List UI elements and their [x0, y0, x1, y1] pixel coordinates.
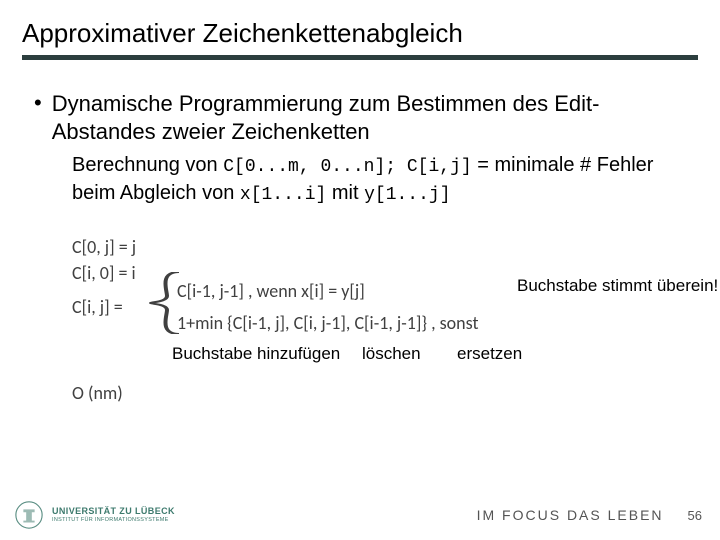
- logo-text: UNIVERSITÄT ZU LÜBECK INSTITUT FÜR INFOR…: [52, 507, 175, 524]
- bullet-text: Dynamische Programmierung zum Bestimmen …: [52, 90, 688, 146]
- seal-icon: [14, 500, 44, 530]
- formula-cij-left: C[i, j] =: [72, 296, 123, 318]
- university-logo: UNIVERSITÄT ZU LÜBECK INSTITUT FÜR INFOR…: [14, 500, 175, 530]
- formula-ci0: C[i, 0] = i: [72, 262, 136, 284]
- uni-name: UNIVERSITÄT ZU LÜBECK: [52, 507, 175, 516]
- title-area: Approximativer Zeichenkettenabgleich: [0, 0, 720, 68]
- footer-right: IM FOCUS DAS LEBEN 56: [477, 507, 702, 523]
- formula-complexity: O (nm): [72, 382, 123, 404]
- sub-code2: x[1...i]: [240, 185, 326, 205]
- formula-c0j: C[0, j] = j: [72, 236, 136, 258]
- annotation-replace: ersetzen: [457, 344, 522, 364]
- sub-code1: C[0...m, 0...n]; C[i,j]: [223, 157, 471, 177]
- sub-bullet: Berechnung von C[0...m, 0...n]; C[i,j] =…: [32, 146, 688, 208]
- institute-name: INSTITUT FÜR INFORMATIONSSYSTEME: [52, 518, 175, 524]
- title-underline: [22, 55, 698, 60]
- bullet-1: • Dynamische Programmierung zum Bestimme…: [32, 90, 688, 146]
- formula-case1: C[i-1, j-1] , wenn x[i] = y[j]: [177, 280, 365, 302]
- slide: Approximativer Zeichenkettenabgleich • D…: [0, 0, 720, 540]
- formula-case2: 1+min {C[i-1, j], C[i, j-1], C[i-1, j-1]…: [177, 312, 479, 334]
- footer: UNIVERSITÄT ZU LÜBECK INSTITUT FÜR INFOR…: [0, 490, 720, 540]
- motto: IM FOCUS DAS LEBEN: [477, 507, 664, 523]
- annotation-add: Buchstabe hinzufügen: [172, 344, 340, 364]
- sub-pre: Berechnung von: [72, 154, 223, 176]
- sub-code3: y[1...j]: [364, 185, 450, 205]
- bullet-dot: •: [34, 90, 42, 116]
- content-area: • Dynamische Programmierung zum Bestimme…: [0, 68, 720, 540]
- formula-block: C[0, j] = j C[i, 0] = i C[i, j] = C[i-1,…: [72, 236, 688, 406]
- page-number: 56: [688, 508, 702, 523]
- annotation-delete: löschen: [362, 344, 421, 364]
- annotation-match: Buchstabe stimmt überein!: [517, 276, 718, 296]
- sub-mid2: mit: [326, 182, 364, 204]
- slide-title: Approximativer Zeichenkettenabgleich: [22, 18, 698, 49]
